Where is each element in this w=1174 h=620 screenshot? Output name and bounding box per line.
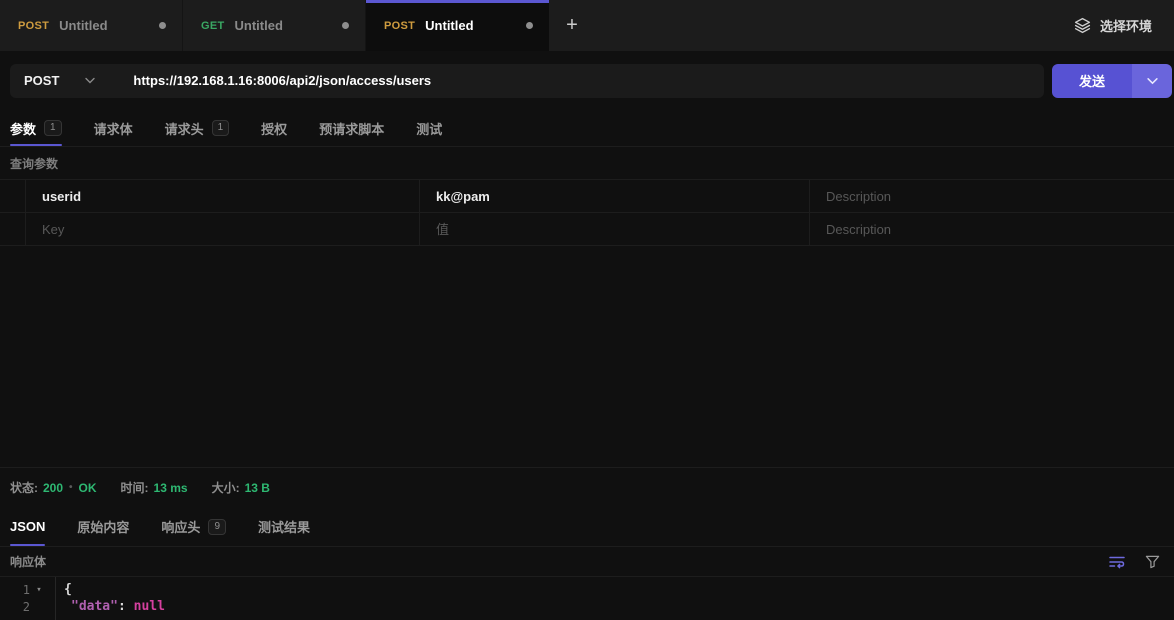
- json-null-token: null: [133, 599, 165, 614]
- response-status-bar: 状态: 200 • OK 时间: 13 ms 大小: 13 B: [0, 467, 1174, 507]
- query-params-heading: 查询参数: [0, 147, 1174, 180]
- section-label: 响应体: [10, 555, 47, 569]
- tab-test-results[interactable]: 测试结果: [258, 507, 310, 546]
- tab-label: 请求头: [164, 121, 204, 137]
- table-row: [0, 180, 1174, 213]
- url-input[interactable]: [115, 63, 1044, 98]
- tab-title: Untitled: [234, 18, 283, 33]
- param-description-input[interactable]: [810, 188, 1174, 204]
- chevron-down-icon: [1146, 77, 1158, 85]
- method-select-value: POST: [24, 73, 60, 88]
- chevron-down-icon: [85, 77, 96, 84]
- word-wrap-icon: [1109, 555, 1125, 569]
- tab-label: JSON: [10, 519, 46, 534]
- method-badge: POST: [18, 19, 50, 32]
- empty-area: [0, 246, 1174, 467]
- code-text: "data": null: [55, 599, 165, 614]
- unsaved-dot-icon: [342, 22, 349, 29]
- tab-title: Untitled: [59, 18, 108, 33]
- tab-label: 测试: [416, 121, 443, 137]
- json-key-token: "data": [71, 599, 118, 614]
- word-wrap-button[interactable]: [1109, 555, 1125, 569]
- send-options-button[interactable]: [1132, 63, 1172, 98]
- count-badge: 1: [44, 120, 62, 136]
- method-badge: POST: [384, 19, 416, 32]
- tab-body[interactable]: 请求体: [94, 110, 133, 146]
- code-line: 2 "data": null: [0, 598, 1174, 615]
- row-handle[interactable]: [0, 180, 26, 212]
- time-value: 13 ms: [153, 480, 188, 495]
- tab-label: 原始内容: [77, 520, 130, 535]
- param-value-input[interactable]: [420, 188, 809, 204]
- status-text: OK: [78, 480, 97, 495]
- request-url-row: POST 发送: [0, 51, 1174, 110]
- fold-arrow-icon[interactable]: ▾: [30, 585, 48, 595]
- send-button[interactable]: 发送: [1052, 63, 1132, 98]
- param-description-input[interactable]: [810, 221, 1174, 237]
- tab-label: 测试结果: [258, 520, 311, 535]
- line-number: 2: [22, 599, 30, 614]
- send-button-group: 发送: [1052, 63, 1172, 98]
- tab-bar: POST Untitled GET Untitled POST Untitled…: [0, 0, 1174, 51]
- section-label: 查询参数: [10, 156, 59, 171]
- count-badge: 9: [208, 518, 226, 535]
- layers-icon: [1074, 17, 1091, 34]
- response-code-viewer[interactable]: 1 ▾ { 2 "data": null: [0, 577, 1174, 620]
- size-label: 大小:: [211, 481, 240, 495]
- unsaved-dot-icon: [159, 22, 166, 29]
- time-label: 时间:: [120, 481, 149, 495]
- api-client-window: POST Untitled GET Untitled POST Untitled…: [0, 0, 1174, 620]
- status-code: 200: [43, 480, 64, 495]
- tab-label: 响应头: [161, 520, 201, 535]
- code-line: 1 ▾ {: [0, 581, 1174, 598]
- tab-json[interactable]: JSON: [10, 507, 46, 546]
- tab-headers[interactable]: 请求头 1: [165, 110, 230, 146]
- tab-auth[interactable]: 授权: [261, 110, 287, 146]
- response-tabs: JSON 原始内容 响应头 9 测试结果: [0, 507, 1174, 547]
- tab-tests[interactable]: 测试: [416, 110, 442, 146]
- size-value: 13 B: [244, 480, 270, 495]
- funnel-icon: [1145, 554, 1160, 569]
- url-field: POST: [10, 63, 1044, 98]
- new-tab-button[interactable]: +: [549, 0, 595, 51]
- params-table: [0, 180, 1174, 246]
- environment-selector[interactable]: 选择环境: [1074, 0, 1174, 51]
- tab-label: 参数: [10, 121, 37, 137]
- tab-params[interactable]: 参数 1: [10, 110, 62, 146]
- request-tab-2[interactable]: GET Untitled: [183, 0, 366, 51]
- request-tabs: 参数 1 请求体 请求头 1 授权 预请求脚本 测试: [0, 110, 1174, 147]
- tab-raw[interactable]: 原始内容: [77, 507, 129, 546]
- filter-button[interactable]: [1145, 554, 1160, 569]
- tab-title: Untitled: [425, 18, 474, 33]
- tab-label: 授权: [261, 121, 288, 137]
- environment-label: 选择环境: [1099, 19, 1152, 34]
- line-number: 1: [22, 582, 30, 597]
- request-tab-1[interactable]: POST Untitled: [0, 0, 183, 51]
- unsaved-dot-icon: [526, 22, 533, 29]
- code-text: {: [64, 582, 72, 597]
- param-key-input[interactable]: [26, 188, 419, 204]
- row-handle[interactable]: [0, 213, 26, 245]
- method-badge: GET: [201, 19, 225, 32]
- tab-response-headers[interactable]: 响应头 9: [161, 507, 226, 546]
- request-tab-3-active[interactable]: POST Untitled: [366, 0, 549, 51]
- tab-label: 请求体: [93, 121, 133, 137]
- tab-pre-request-script[interactable]: 预请求脚本: [319, 110, 384, 146]
- separator-dot: •: [69, 482, 73, 493]
- method-select[interactable]: POST: [10, 64, 115, 98]
- count-badge: 1: [211, 120, 230, 136]
- status-label: 状态:: [10, 481, 38, 495]
- tab-label: 预请求脚本: [319, 121, 385, 137]
- param-key-input[interactable]: [26, 221, 419, 237]
- param-value-input[interactable]: [420, 221, 809, 237]
- json-colon-token: :: [117, 599, 134, 614]
- response-body-heading: 响应体: [0, 547, 1174, 577]
- table-row: [0, 213, 1174, 246]
